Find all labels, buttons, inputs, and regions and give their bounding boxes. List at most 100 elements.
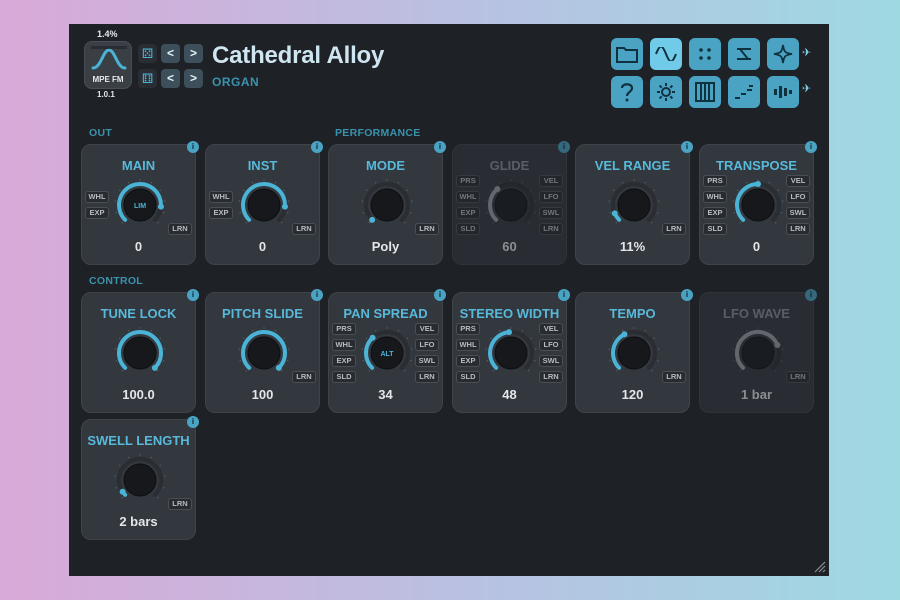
info-icon[interactable]: i <box>187 141 199 153</box>
wheel-mod-tag[interactable]: WHL <box>332 339 356 351</box>
slide-mod-tag[interactable]: SLD <box>703 223 727 235</box>
info-icon[interactable]: i <box>434 141 446 153</box>
learn-tag[interactable]: LRN <box>662 371 686 383</box>
lfo-mod-tag[interactable]: LFO <box>539 339 563 351</box>
learn-tag[interactable]: LRN <box>168 498 192 510</box>
learn-tag[interactable]: LRN <box>292 371 316 383</box>
grid-button[interactable] <box>689 38 721 70</box>
learn-tag[interactable]: LRN <box>662 223 686 235</box>
expression-mod-tag[interactable]: EXP <box>456 355 480 367</box>
swell-mod-tag[interactable]: SWL <box>415 355 439 367</box>
knob-title: TUNE LOCK <box>100 306 177 321</box>
effects-button[interactable] <box>767 38 799 70</box>
info-icon[interactable]: i <box>311 289 323 301</box>
vel-range-knob[interactable] <box>608 179 660 231</box>
preset-name[interactable]: Cathedral Alloy <box>212 42 384 70</box>
slide-mod-tag[interactable]: SLD <box>332 371 356 383</box>
tune-lock-knob[interactable] <box>114 327 166 379</box>
velocity-mod-tag[interactable]: VEL <box>539 323 563 335</box>
lfo-mod-tag[interactable]: LFO <box>786 191 810 203</box>
velocity-mod-tag[interactable]: VEL <box>539 175 563 187</box>
knob-scale-tick <box>119 337 121 340</box>
main-knob[interactable]: LIM <box>114 179 166 231</box>
wheel-mod-tag[interactable]: WHL <box>703 191 727 203</box>
wheel-mod-tag[interactable]: WHL <box>85 191 109 203</box>
learn-tag[interactable]: LRN <box>168 223 192 235</box>
info-icon[interactable]: i <box>681 141 693 153</box>
info-icon[interactable]: i <box>434 289 446 301</box>
next-preset-button[interactable]: > <box>184 44 203 63</box>
learn-tag[interactable]: LRN <box>786 223 810 235</box>
info-icon[interactable]: i <box>558 289 570 301</box>
info-icon[interactable]: i <box>187 416 199 428</box>
swell-mod-tag[interactable]: SWL <box>786 207 810 219</box>
knob-scale-tick <box>374 330 377 332</box>
learn-tag[interactable]: LRN <box>415 371 439 383</box>
slide-mod-tag[interactable]: SLD <box>456 371 480 383</box>
wheel-mod-tag[interactable]: WHL <box>209 191 233 203</box>
pressure-mod-tag[interactable]: PRS <box>703 175 727 187</box>
resize-handle-icon[interactable] <box>812 559 826 573</box>
pressure-mod-tag[interactable]: PRS <box>456 175 480 187</box>
learn-tag[interactable]: LRN <box>292 223 316 235</box>
swell-mod-tag[interactable]: SWL <box>539 355 563 367</box>
routing-button[interactable] <box>728 38 760 70</box>
lfo-wave-knob[interactable] <box>732 327 784 379</box>
lfo-mod-tag[interactable]: LFO <box>539 191 563 203</box>
knob-scale-tick <box>498 182 501 184</box>
keyboard-button[interactable] <box>689 76 721 108</box>
stereo-width-knob[interactable] <box>485 327 537 379</box>
expression-mod-tag[interactable]: EXP <box>703 207 727 219</box>
mixer-button[interactable] <box>767 76 799 108</box>
tempo-knob[interactable] <box>608 327 660 379</box>
knob-scale-tick <box>733 212 735 214</box>
random-category-dice-icon[interactable]: ⚅ <box>138 69 157 88</box>
info-icon[interactable]: i <box>187 289 199 301</box>
velocity-mod-tag[interactable]: VEL <box>415 323 439 335</box>
learn-tag[interactable]: LRN <box>539 223 563 235</box>
swell-mod-tag[interactable]: SWL <box>539 207 563 219</box>
learn-tag[interactable]: LRN <box>415 223 439 235</box>
next-category-button[interactable]: > <box>184 69 203 88</box>
random-dice-icon[interactable]: ⚄ <box>138 44 157 63</box>
expression-mod-tag[interactable]: EXP <box>85 207 109 219</box>
info-icon[interactable]: i <box>805 289 817 301</box>
expression-mod-tag[interactable]: EXP <box>209 207 233 219</box>
pressure-mod-tag[interactable]: PRS <box>456 323 480 335</box>
learn-tag[interactable]: LRN <box>786 371 810 383</box>
preset-category[interactable]: ORGAN <box>212 75 259 89</box>
transpose-knob[interactable] <box>732 179 784 231</box>
info-icon[interactable]: i <box>681 289 693 301</box>
inst-knob[interactable] <box>238 179 290 231</box>
sequencer-button[interactable] <box>728 76 760 108</box>
info-icon[interactable]: i <box>311 141 323 153</box>
pitch-slide-knob[interactable] <box>238 327 290 379</box>
prev-preset-button[interactable]: < <box>161 44 180 63</box>
velocity-mod-tag[interactable]: VEL <box>786 175 810 187</box>
settings-button[interactable] <box>650 76 682 108</box>
prev-category-button[interactable]: < <box>161 69 180 88</box>
knob-scale-tick <box>287 360 289 362</box>
glide-knob[interactable] <box>485 179 537 231</box>
lfo-mod-tag[interactable]: LFO <box>415 339 439 351</box>
browser-folder-button[interactable] <box>611 38 643 70</box>
learn-tag[interactable]: LRN <box>539 371 563 383</box>
pressure-mod-tag[interactable]: PRS <box>332 323 356 335</box>
pan-spread-knob[interactable]: ALT <box>361 327 413 379</box>
wheel-mod-tag[interactable]: WHL <box>456 191 480 203</box>
mode-knob[interactable] <box>361 179 413 231</box>
knob-title: TRANSPOSE <box>716 158 797 173</box>
info-icon[interactable]: i <box>805 141 817 153</box>
logo[interactable]: MPE FM <box>84 41 132 89</box>
pin-icon[interactable]: ✈ <box>802 82 811 95</box>
help-button[interactable] <box>611 76 643 108</box>
info-icon[interactable]: i <box>558 141 570 153</box>
swell-length-knob[interactable] <box>114 454 166 506</box>
expression-mod-tag[interactable]: EXP <box>332 355 356 367</box>
wheel-mod-tag[interactable]: WHL <box>456 339 480 351</box>
slide-mod-tag[interactable]: SLD <box>456 223 480 235</box>
oscillator-button[interactable] <box>650 38 682 70</box>
pin-icon[interactable]: ✈ <box>802 46 811 59</box>
knob-scale-tick <box>251 330 254 332</box>
expression-mod-tag[interactable]: EXP <box>456 207 480 219</box>
